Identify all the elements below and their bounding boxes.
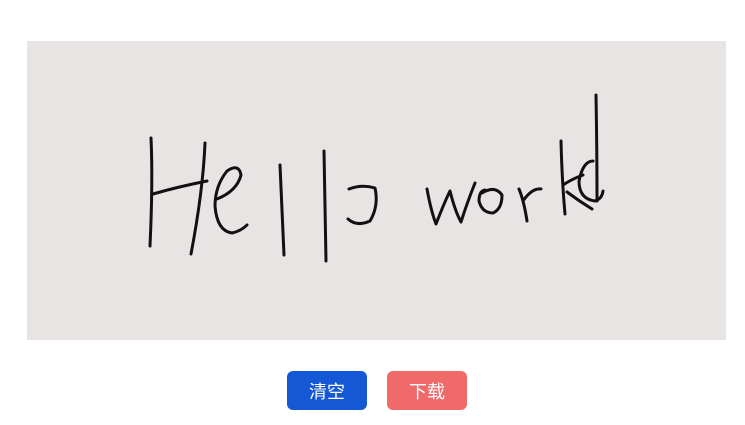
stroke-r bbox=[517, 187, 543, 223]
stroke-o2 bbox=[477, 188, 504, 215]
signature-canvas[interactable] bbox=[27, 41, 726, 340]
stroke-k bbox=[559, 139, 594, 216]
stroke-l1 bbox=[278, 163, 286, 257]
stroke-d bbox=[577, 93, 605, 203]
stroke-w bbox=[425, 181, 477, 226]
signature-page: 清空 下载 bbox=[0, 0, 745, 425]
action-bar: 清空 下载 bbox=[287, 371, 467, 410]
download-button[interactable]: 下载 bbox=[387, 371, 467, 410]
stroke-h-left bbox=[148, 136, 154, 248]
stroke-o bbox=[346, 184, 378, 226]
stroke-h-cross bbox=[151, 179, 209, 196]
stroke-h-right bbox=[189, 141, 207, 256]
handwriting-strokes bbox=[148, 93, 605, 263]
stroke-l2 bbox=[322, 149, 328, 263]
stroke-e bbox=[213, 166, 249, 235]
clear-button[interactable]: 清空 bbox=[287, 371, 367, 410]
